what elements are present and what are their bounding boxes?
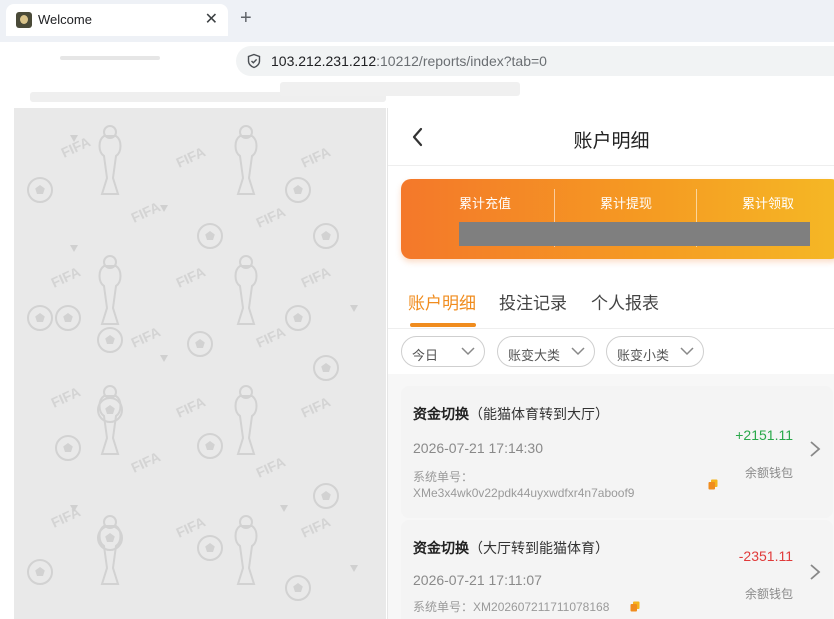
record-title: 资金切换（能猫体育转到大厅） bbox=[413, 404, 609, 424]
tab-personal-report[interactable]: 个人报表 bbox=[591, 289, 659, 314]
football-pattern: FIFA bbox=[27, 125, 358, 601]
url-field[interactable]: 103.212.231.212:10212/reports/index?tab=… bbox=[236, 46, 834, 76]
record-wallet: 余额钱包 bbox=[744, 466, 793, 480]
record-type: 资金切换 bbox=[413, 406, 469, 422]
summary-label-withdraw: 累计提现 bbox=[600, 196, 653, 211]
record-wallet: 余额钱包 bbox=[744, 587, 793, 601]
record-list: 资金切换（能猫体育转到大厅） 2026-07-21 17:14:30 系统单号：… bbox=[388, 374, 834, 619]
chevron-right-icon bbox=[810, 564, 821, 580]
chevron-down-icon bbox=[461, 347, 475, 356]
copy-icon[interactable] bbox=[708, 479, 718, 490]
address-bar: 103.212.231.212:10212/reports/index?tab=… bbox=[0, 42, 834, 80]
app-header: 账户明细 bbox=[388, 108, 834, 166]
record-amount: +2151.11 bbox=[735, 427, 793, 443]
filter-subcategory-label: 账变小类 bbox=[617, 348, 670, 363]
tab-account-details[interactable]: 账户明细 bbox=[408, 289, 476, 314]
new-tab-button[interactable]: + bbox=[240, 7, 252, 30]
page-title: 账户明细 bbox=[573, 131, 650, 152]
record-type: 资金切换 bbox=[413, 540, 469, 556]
filter-bar: 今日 账变大类 账变小类 bbox=[388, 329, 834, 373]
record-card[interactable]: 资金切换（能猫体育转到大厅） 2026-07-21 17:14:30 系统单号：… bbox=[401, 386, 833, 518]
url-path: :10212/reports/index?tab=0 bbox=[376, 53, 547, 69]
url-host: 103.212.231.212 bbox=[271, 53, 377, 69]
filter-category-label: 账变大类 bbox=[508, 348, 561, 363]
copy-icon[interactable] bbox=[630, 601, 640, 612]
blurred-region bbox=[60, 56, 160, 60]
record-subtitle: （能猫体育转到大厅） bbox=[469, 406, 609, 422]
record-card[interactable]: 资金切换（大厅转到能猫体育） 2026-07-21 17:11:07 系统单号：… bbox=[401, 520, 833, 619]
site-info-icon[interactable] bbox=[246, 53, 262, 69]
redacted-values bbox=[459, 222, 810, 246]
mobile-app: 账户明细 累计充值 累计提现 累计领取 账户明细 投注记录 个人报表 今日 账变… bbox=[387, 108, 834, 619]
chevron-down-icon bbox=[680, 347, 694, 356]
active-tab-indicator bbox=[410, 323, 476, 327]
filter-date[interactable]: 今日 bbox=[401, 336, 485, 367]
browser-tab[interactable]: Welcome ✕ bbox=[6, 4, 228, 36]
order-number: XM202607211711078168 bbox=[473, 600, 610, 614]
chevron-right-icon bbox=[810, 441, 821, 457]
summary-banner: 累计充值 累计提现 累计领取 bbox=[401, 179, 834, 259]
decorative-background: FIFA bbox=[14, 108, 386, 619]
tab-bet-records[interactable]: 投注记录 bbox=[499, 289, 567, 314]
record-amount: -2351.11 bbox=[738, 548, 793, 564]
order-number-line: 系统单号：XM202607211711078168 bbox=[413, 598, 609, 615]
record-title: 资金切换（大厅转到能猫体育） bbox=[413, 538, 609, 558]
browser-tab-strip: Welcome ✕ + bbox=[0, 0, 834, 42]
filter-category[interactable]: 账变大类 bbox=[497, 336, 595, 367]
tab-title: Welcome bbox=[38, 12, 92, 27]
filter-date-label: 今日 bbox=[412, 348, 439, 363]
summary-label-deposit: 累计充值 bbox=[459, 196, 512, 211]
filter-subcategory[interactable]: 账变小类 bbox=[606, 336, 704, 367]
site-favicon-icon bbox=[16, 12, 32, 28]
chevron-down-icon bbox=[571, 347, 585, 356]
record-time: 2026-07-21 17:14:30 bbox=[413, 440, 543, 456]
tab-close-icon[interactable]: ✕ bbox=[205, 9, 218, 29]
record-subtitle: （大厅转到能猫体育） bbox=[469, 540, 609, 556]
order-label: 系统单号： bbox=[413, 470, 474, 484]
tab-bar: 账户明细 投注记录 个人报表 bbox=[388, 271, 834, 329]
summary-label-claimed: 累计领取 bbox=[742, 196, 795, 211]
record-time: 2026-07-21 17:11:07 bbox=[413, 572, 542, 588]
order-number: XMe3x4wk0v22pdk44uyxwdfxr4n7aboof9 bbox=[413, 486, 635, 500]
blurred-region bbox=[280, 82, 520, 96]
order-label: 系统单号： bbox=[413, 600, 474, 614]
url-text: 103.212.231.212:10212/reports/index?tab=… bbox=[271, 53, 547, 69]
